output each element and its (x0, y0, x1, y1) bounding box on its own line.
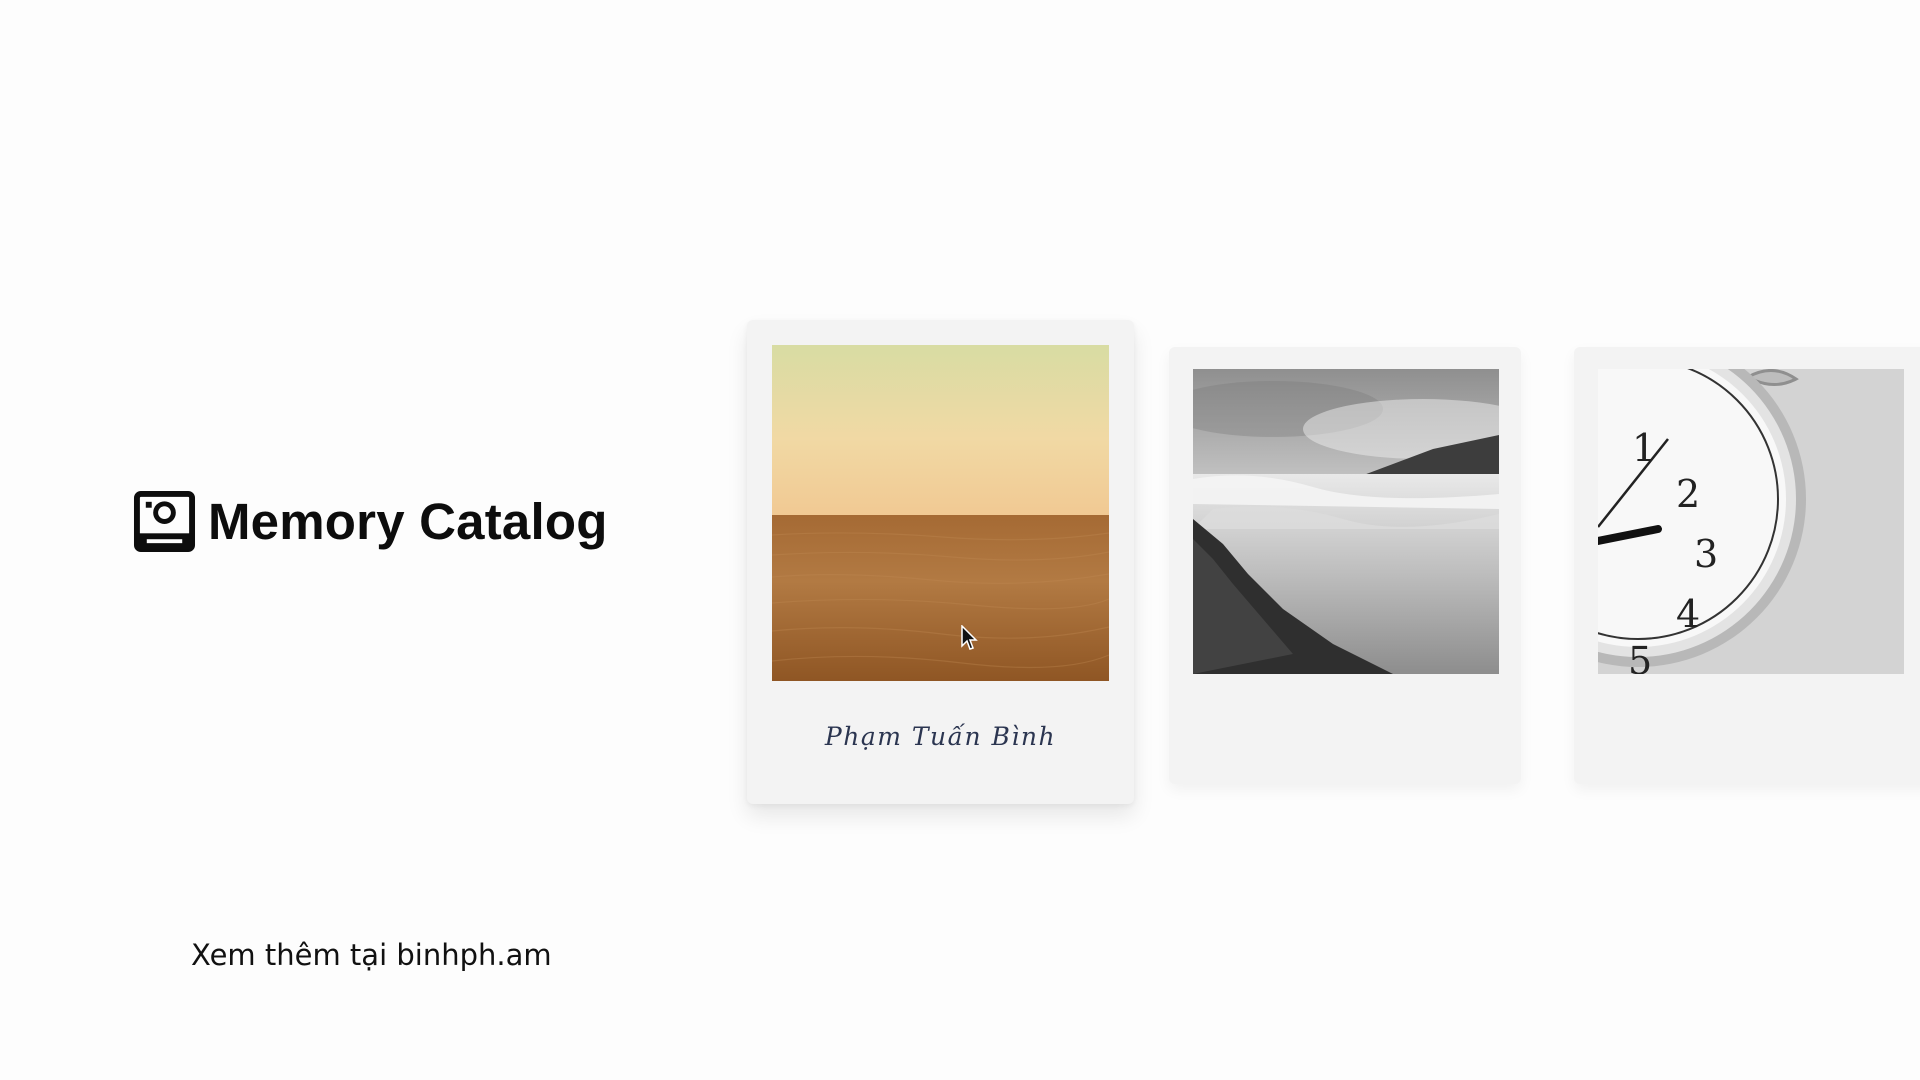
footer-url[interactable]: binhph.am (396, 938, 551, 972)
footer-link[interactable]: Xem thêm tại binhph.am (191, 938, 552, 972)
desert-photo (772, 345, 1109, 681)
alarm-clock-photo: 1 2 3 4 5 (1598, 369, 1904, 674)
polaroid-card[interactable]: Phạm Tuấn Bình (747, 320, 1134, 804)
clock-numeral: 5 (1628, 639, 1652, 674)
page-title: Memory Catalog (208, 493, 608, 550)
clock-numeral: 1 (1632, 426, 1656, 470)
card-caption: Phạm Tuấn Bình (824, 722, 1057, 751)
clock-numeral: 3 (1694, 532, 1718, 576)
polaroid-card[interactable] (1169, 347, 1521, 784)
polaroid-card[interactable]: 1 2 3 4 5 (1574, 347, 1920, 784)
polaroid-camera-icon (133, 490, 196, 553)
waterfall-photo (1193, 369, 1499, 674)
clock-numeral: 2 (1676, 472, 1700, 516)
clock-numeral: 4 (1676, 592, 1700, 636)
mouse-cursor-icon (961, 625, 978, 650)
brand: Memory Catalog (133, 490, 608, 553)
footer-prefix: Xem thêm tại (191, 938, 388, 972)
